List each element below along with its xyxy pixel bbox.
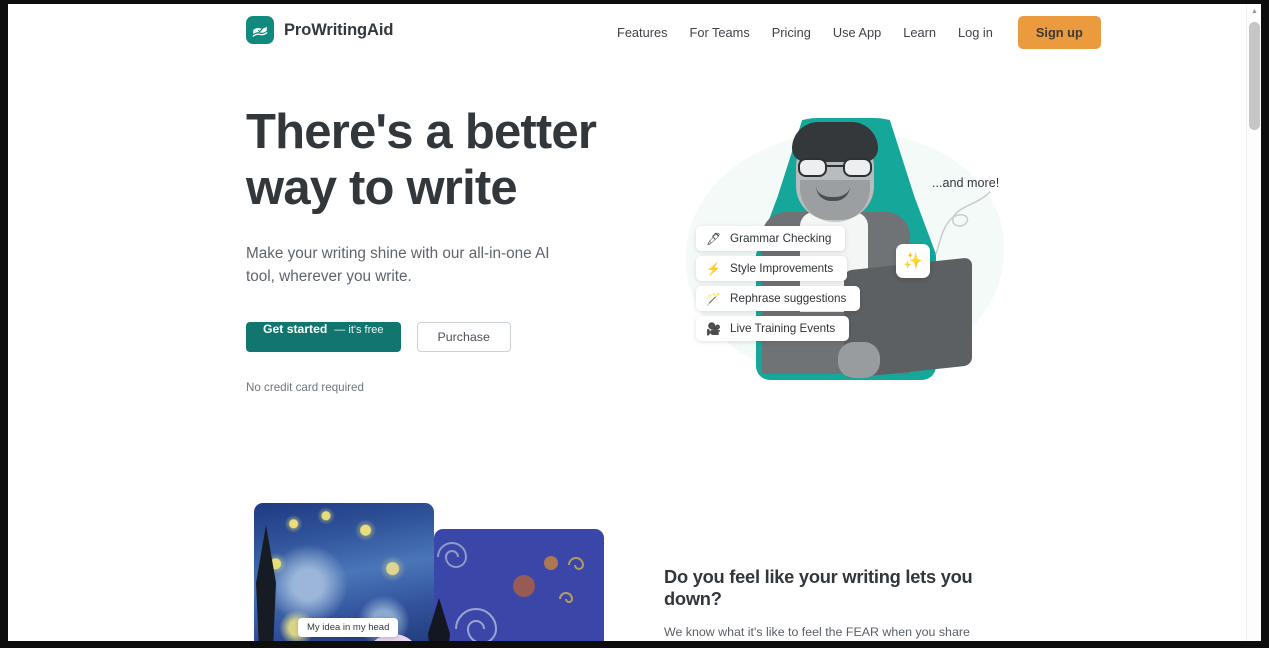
get-started-label: Get started (263, 322, 328, 336)
window-right-edge (1261, 0, 1269, 648)
person-hair (792, 122, 878, 162)
nav-features[interactable]: Features (606, 17, 679, 48)
no-credit-card-note: No credit card required (246, 381, 364, 394)
chip-grammar-checking: 🖋 Grammar Checking (696, 226, 846, 251)
browser-window: ProWritingAid Features For Teams Pricing… (0, 0, 1269, 648)
web-page: ProWritingAid Features For Teams Pricing… (8, 4, 1246, 641)
glasses-bridge (827, 165, 843, 168)
chip-style-improvements: ⚡ Style Improvements (696, 256, 848, 281)
person-hand (838, 342, 880, 378)
get-started-sublabel: — it's free (334, 324, 384, 336)
lightning-bolt-icon: ⚡ (706, 261, 721, 276)
vertical-scrollbar[interactable]: ▲ (1246, 4, 1261, 641)
video-camera-icon: 🎥 (706, 321, 721, 336)
nav-log-in[interactable]: Log in (947, 17, 1004, 48)
page-title: There's a better way to write (246, 104, 636, 216)
cypress-tree-icon (256, 525, 276, 641)
section-heading: Do you feel like your writing lets you d… (664, 566, 973, 609)
chip-label: Style Improvements (730, 262, 834, 275)
primary-nav: Features For Teams Pricing Use App Learn… (606, 4, 1101, 60)
chip-label: Grammar Checking (730, 232, 832, 245)
chip-label: Rephrase suggestions (730, 292, 847, 305)
chip-label: Live Training Events (730, 322, 836, 335)
hero-title-line-2: way to write (246, 161, 518, 215)
glasses-icon (798, 158, 872, 177)
starry-night-illustration: My idea in my head (254, 503, 604, 641)
feature-chip-list: 🖋 Grammar Checking ⚡ Style Improvements … (696, 226, 861, 346)
and-more-callout: ...and more! (932, 176, 1000, 190)
hero-title-line-1: There's a better (246, 105, 597, 159)
hero-cta-group: Get started — it's free Purchase (246, 322, 636, 352)
sign-up-button[interactable]: Sign up (1017, 15, 1101, 49)
quill-pen-icon: 🖋 (706, 231, 722, 246)
brand-logo-link[interactable]: ProWritingAid (246, 16, 393, 44)
page-viewport: ProWritingAid Features For Teams Pricing… (8, 4, 1261, 641)
scrollbar-thumb[interactable] (1249, 22, 1260, 130)
get-started-button[interactable]: Get started — it's free (246, 322, 401, 352)
brand-name: ProWritingAid (284, 20, 394, 39)
nav-pricing[interactable]: Pricing (761, 17, 822, 48)
section-paragraph: We know what it's like to feel the FEAR … (664, 625, 970, 639)
window-bottom-edge (0, 641, 1269, 648)
nav-use-app[interactable]: Use App (822, 17, 892, 48)
book-feather-logo-icon (246, 16, 274, 44)
simplified-painting-card (434, 529, 604, 641)
nav-learn[interactable]: Learn (892, 17, 947, 48)
idea-caption: My idea in my head (298, 618, 399, 637)
scroll-up-arrow-icon[interactable]: ▲ (1247, 4, 1261, 19)
sparkle-icon: ✨ (896, 244, 930, 278)
nav-for-teams[interactable]: For Teams (679, 17, 761, 48)
chip-rephrase-suggestions: 🪄 Rephrase suggestions (696, 286, 861, 311)
hero-subtitle: Make your writing shine with our all-in-… (246, 245, 550, 285)
hero-illustration: ...and more! ✨ 🖋 Grammar Checking ⚡ Styl… (668, 104, 1028, 394)
writing-section: Do you feel like your writing lets you d… (664, 566, 1024, 641)
chip-live-training-events: 🎥 Live Training Events (696, 316, 850, 341)
glasses-lens-left (798, 158, 827, 177)
pointer-squiggle (935, 191, 991, 255)
site-header: ProWritingAid Features For Teams Pricing… (8, 4, 1246, 60)
glasses-lens-right (843, 158, 872, 177)
purchase-button[interactable]: Purchase (416, 322, 511, 352)
magic-wand-icon: 🪄 (706, 291, 721, 306)
hero-copy: There's a better way to write Make your … (246, 104, 636, 394)
